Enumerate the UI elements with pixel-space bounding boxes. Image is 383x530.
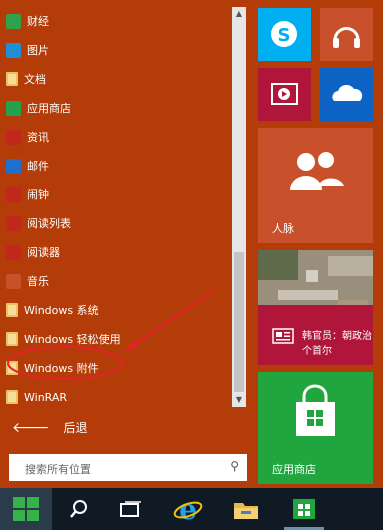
reader-icon	[6, 244, 21, 260]
app-list-item[interactable]: 邮件	[6, 153, 49, 179]
file-explorer-taskbar-button[interactable]	[226, 488, 266, 530]
store-icon	[293, 498, 315, 519]
news-headline-band: 韩官员：朝政治 个首尔	[258, 305, 373, 365]
store-icon	[6, 100, 21, 116]
documents-folder-icon	[6, 72, 18, 86]
taskbar: e	[0, 488, 383, 530]
store-tile-label: 应用商店	[272, 463, 316, 476]
app-list-item[interactable]: 阅读器	[6, 239, 60, 265]
store-bag-icon	[296, 384, 335, 436]
search-placeholder: 搜索所有位置	[25, 463, 91, 476]
start-button[interactable]	[0, 488, 52, 530]
internet-explorer-icon: e	[173, 494, 203, 524]
scrollbar-thumb[interactable]	[234, 252, 244, 392]
news-icon	[272, 328, 294, 344]
app-list-item[interactable]: 音乐	[6, 268, 49, 294]
app-list-item[interactable]: 应用商店	[6, 95, 71, 121]
app-list-item-label: 阅读器	[27, 246, 60, 259]
file-explorer-icon	[234, 503, 258, 519]
scroll-up-arrow-icon[interactable]: ▲	[234, 9, 244, 19]
news-headline-line1: 韩官员：朝政治	[302, 331, 372, 342]
alarm-icon	[6, 186, 21, 202]
photos-icon	[6, 42, 21, 58]
app-list-item-label: 邮件	[27, 160, 49, 173]
app-list-item-label: 财经	[27, 15, 49, 28]
reading-list-icon	[6, 215, 21, 231]
finance-icon	[6, 13, 21, 29]
app-list-item-label: Windows 轻松使用	[24, 333, 121, 346]
music-tile[interactable]	[320, 8, 373, 61]
music-icon	[6, 273, 21, 289]
skype-icon: S	[271, 21, 297, 47]
app-list-item[interactable]: WinRAR	[6, 384, 67, 410]
app-list-item-label: 阅读列表	[27, 217, 71, 230]
people-tile[interactable]: 人脉	[258, 128, 373, 243]
app-list-item-label: 图片	[27, 44, 49, 57]
taskbar-search-button[interactable]	[60, 488, 98, 530]
people-icon	[290, 152, 344, 190]
app-list-item[interactable]: Windows 轻松使用	[6, 326, 121, 352]
skype-tile[interactable]: S	[258, 8, 311, 61]
scroll-down-arrow-icon[interactable]: ▼	[234, 395, 244, 405]
app-list-item-label: 资讯	[27, 131, 49, 144]
svg-text:e: e	[179, 494, 197, 524]
news-icon	[6, 129, 21, 145]
back-label: 后退	[63, 421, 88, 435]
app-list-item[interactable]: 闹钟	[6, 181, 49, 207]
people-tile-label: 人脉	[272, 222, 294, 235]
app-list: 财经图片文档应用商店资讯邮件闹钟阅读列表阅读器音乐 Windows 系统 Windo…	[0, 0, 230, 412]
video-icon	[271, 83, 298, 105]
svg-text:S: S	[278, 25, 291, 46]
app-list-item-label: 应用商店	[27, 102, 71, 115]
ie-taskbar-button[interactable]: e	[168, 488, 208, 530]
store-tile[interactable]: 应用商店	[258, 372, 373, 484]
folder-icon	[6, 303, 18, 317]
search-icon	[70, 500, 87, 518]
search-icon[interactable]: ⚲	[230, 459, 239, 473]
store-taskbar-button[interactable]	[284, 488, 324, 530]
app-list-item-label: Windows 系统	[24, 304, 99, 317]
folder-icon	[6, 332, 18, 346]
windows-logo-icon	[13, 497, 39, 521]
app-list-item[interactable]: 资讯	[6, 124, 49, 150]
task-view-icon	[120, 501, 141, 517]
app-list-item-label: 闹钟	[27, 188, 49, 201]
app-list-item[interactable]: 图片	[6, 37, 49, 63]
app-list-item-label: Windows 附件	[24, 362, 99, 375]
search-box[interactable]: 搜索所有位置 ⚲	[9, 454, 247, 481]
cloud-icon	[332, 84, 363, 101]
app-list-scrollbar[interactable]: ▲ ▼	[232, 7, 246, 407]
video-tile[interactable]	[258, 68, 311, 121]
app-list-item[interactable]: 文档	[6, 66, 46, 92]
back-button[interactable]: 🡐 后退	[12, 419, 88, 436]
mail-icon	[6, 158, 21, 174]
app-list-item[interactable]: 财经	[6, 8, 49, 34]
start-menu: 财经 图片 文档 应用商店 资讯 邮件 闹钟 阅读列表 阅读器 音乐 Windows 系统 Windo…	[0, 0, 383, 488]
back-arrow-icon: 🡐	[12, 420, 50, 436]
app-list-item[interactable]: 阅读列表	[6, 210, 71, 236]
folder-icon	[6, 390, 18, 404]
app-list-item-label: 音乐	[27, 275, 49, 288]
app-list-item[interactable]: Windows 附件	[6, 355, 99, 381]
app-list-item-label: 文档	[24, 73, 46, 86]
news-headline-line2: 个首尔	[302, 346, 332, 357]
onedrive-tile[interactable]	[320, 68, 373, 121]
news-tile[interactable]: 韩官员：朝政治 个首尔	[258, 250, 373, 365]
task-view-button[interactable]	[112, 488, 150, 530]
headphones-icon	[333, 27, 360, 48]
folder-icon	[6, 361, 18, 375]
app-list-item-label: WinRAR	[24, 390, 68, 404]
app-list-item[interactable]: Windows 系统	[6, 297, 99, 323]
